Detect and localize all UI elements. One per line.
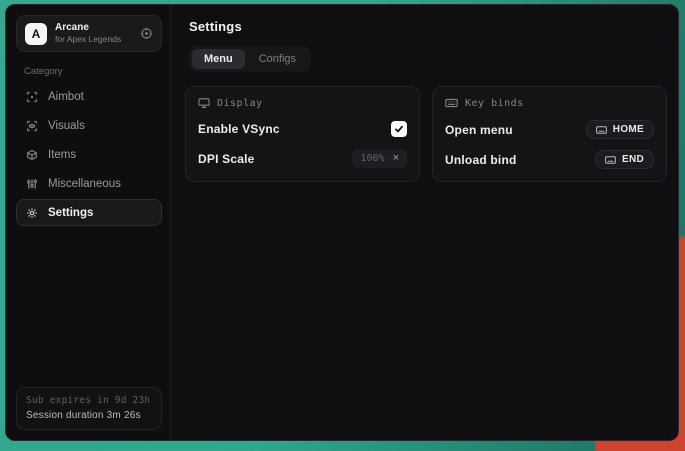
sidebar-nav: Aimbot Visuals (16, 83, 162, 226)
sidebar-item-settings[interactable]: Settings (16, 199, 162, 226)
dpi-scale-input[interactable]: 100% × (352, 149, 407, 168)
keyboard-icon (605, 155, 616, 165)
open-menu-keybind-button[interactable]: HOME (586, 120, 654, 139)
tab-menu[interactable]: Menu (192, 49, 245, 69)
account-text: Arcane for Apex Legends (55, 22, 132, 44)
target-icon[interactable] (140, 27, 153, 40)
category-label: Category (24, 66, 162, 77)
scan-eye-icon (26, 120, 38, 132)
main-panel: Settings Menu Configs Display (171, 5, 678, 440)
sidebar-item-aimbot[interactable]: Aimbot (16, 83, 162, 110)
session-card: Sub expires in 9d 23h Session duration 3… (16, 387, 162, 430)
package-icon (26, 149, 38, 161)
sidebar-item-label: Miscellaneous (48, 178, 121, 190)
clear-icon[interactable]: × (393, 153, 399, 164)
sliders-icon (26, 178, 38, 190)
display-card-header: Display (198, 97, 407, 109)
tab-configs[interactable]: Configs (247, 49, 308, 69)
sidebar-item-label: Visuals (48, 120, 85, 132)
unload-bind-keybind-button[interactable]: END (595, 150, 654, 169)
keyboard-icon (596, 125, 607, 135)
unload-bind-key: END (622, 154, 644, 165)
sidebar-item-visuals[interactable]: Visuals (16, 112, 162, 139)
open-menu-label: Open menu (445, 123, 513, 137)
display-card-title: Display (217, 98, 263, 109)
app-name: Arcane (55, 22, 132, 34)
page-title: Settings (189, 19, 667, 34)
sidebar-item-label: Aimbot (48, 91, 84, 103)
gear-icon (26, 207, 38, 219)
vsync-label: Enable VSync (198, 122, 280, 136)
session-duration-text: Session duration 3m 26s (26, 410, 152, 421)
keybinds-card-header: Key binds (445, 97, 654, 109)
cards-row: Display Enable VSync DPI Scale 100% × (185, 86, 667, 182)
crosshair-icon (26, 91, 38, 103)
dpi-label: DPI Scale (198, 152, 255, 166)
unload-bind-row: Unload bind END (445, 150, 654, 169)
app-window: A Arcane for Apex Legends Category (5, 4, 679, 441)
sub-expiry-text: Sub expires in 9d 23h (26, 395, 152, 406)
keyboard-icon (445, 97, 458, 109)
unload-bind-label: Unload bind (445, 153, 517, 167)
sidebar-item-items[interactable]: Items (16, 141, 162, 168)
keybinds-card-title: Key binds (465, 98, 524, 109)
display-card: Display Enable VSync DPI Scale 100% × (185, 86, 420, 182)
tab-bar: Menu Configs (189, 46, 311, 72)
sidebar-item-miscellaneous[interactable]: Miscellaneous (16, 170, 162, 197)
monitor-icon (198, 97, 210, 109)
dpi-scale-value: 100% (360, 153, 384, 164)
app-subtitle: for Apex Legends (55, 34, 132, 44)
sidebar-item-label: Settings (48, 207, 93, 219)
keybinds-card: Key binds Open menu HOME (432, 86, 667, 182)
app-logo: A (25, 23, 47, 45)
sidebar-item-label: Items (48, 149, 76, 161)
vsync-row: Enable VSync (198, 120, 407, 138)
open-menu-key: HOME (613, 124, 644, 135)
account-card: A Arcane for Apex Legends (16, 15, 162, 52)
check-icon (394, 124, 404, 134)
dpi-row: DPI Scale 100% × (198, 149, 407, 168)
open-menu-row: Open menu HOME (445, 120, 654, 139)
sidebar: A Arcane for Apex Legends Category (6, 5, 171, 440)
vsync-checkbox[interactable] (391, 121, 407, 137)
